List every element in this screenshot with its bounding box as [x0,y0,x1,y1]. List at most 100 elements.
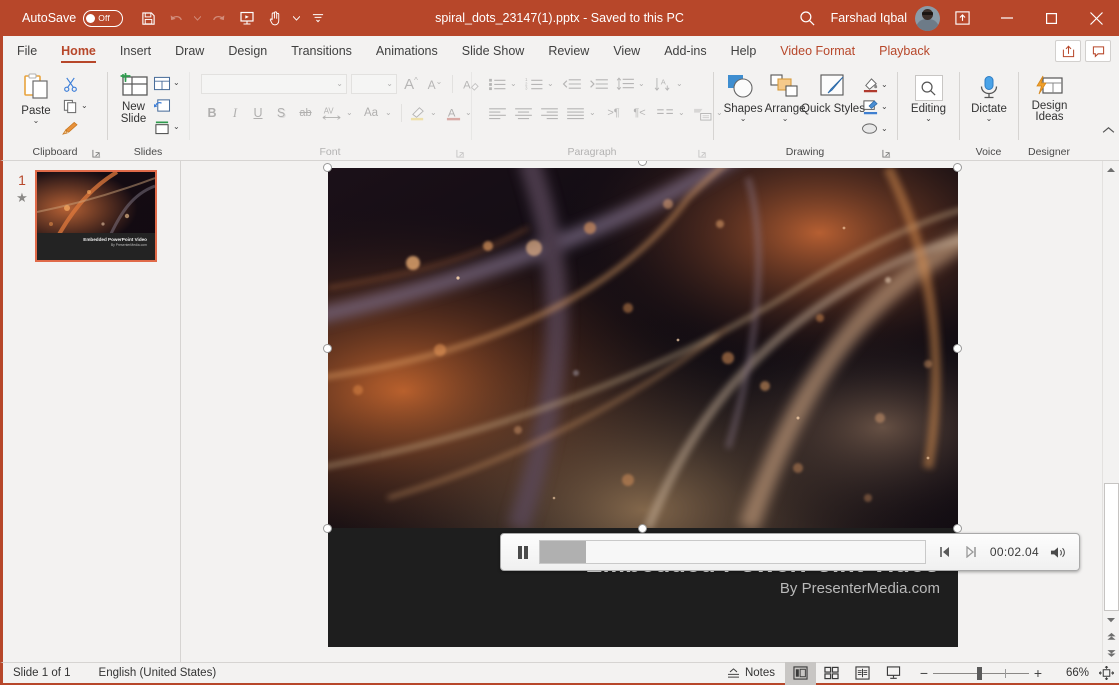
font-size-dropdown-icon[interactable]: ⌄ [386,80,393,88]
zoom-knob[interactable] [977,666,982,680]
notes-button[interactable]: Notes [717,662,785,685]
cut-button[interactable] [59,73,81,95]
clipboard-dialog-launcher[interactable] [90,147,102,159]
tab-add-ins[interactable]: Add-ins [652,36,718,66]
quick-styles-button[interactable]: Quick Styles [801,71,865,115]
tab-insert[interactable]: Insert [108,36,163,66]
text-shadow-button[interactable]: S [270,102,292,124]
ltr-text-direction-button[interactable]: >¶ [601,102,626,124]
increase-font-size-button[interactable]: A^ [401,73,421,95]
layout-button[interactable] [151,72,173,94]
line-spacing-dropdown-icon[interactable]: ⌄ [638,80,649,88]
increase-indent-button[interactable] [586,73,612,95]
align-center-button[interactable] [511,102,536,124]
change-case-button[interactable]: Aa [358,102,384,124]
scrollbar-thumb[interactable] [1103,483,1119,611]
editing-dropdown-icon[interactable]: ⌄ [925,115,932,123]
layout-dropdown-icon[interactable]: ⌄ [173,79,184,87]
bold-button[interactable]: B [201,102,223,124]
line-spacing-button[interactable] [613,73,637,95]
convert-to-smartart-button[interactable] [691,102,715,124]
user-name[interactable]: Farshad Iqbal [831,11,907,25]
share-icon[interactable] [1055,40,1081,62]
minimize-button[interactable] [984,0,1029,36]
volume-button[interactable] [1045,537,1071,567]
previous-frame-button[interactable] [932,537,958,567]
start-from-beginning-button[interactable] [234,5,260,31]
zoom-in-button[interactable]: + [1029,665,1047,681]
autosave-switch[interactable]: Off [83,9,124,27]
character-spacing-button[interactable]: AV [319,102,345,124]
align-right-button[interactable] [537,102,562,124]
shape-outline-dropdown-icon[interactable]: ⌄ [881,103,892,111]
shape-outline-button[interactable] [859,96,881,118]
change-case-dropdown-icon[interactable]: ⌄ [385,109,396,117]
columns-button[interactable] [653,102,677,124]
editing-button[interactable]: Editing ⌄ [904,73,954,123]
reading-view-button[interactable] [847,662,878,685]
rtl-text-direction-button[interactable]: ¶< [627,102,652,124]
arrange-dropdown-icon[interactable]: ⌄ [782,115,789,123]
embedded-video[interactable] [328,168,958,528]
bullets-dropdown-icon[interactable]: ⌄ [510,80,521,88]
slide-thumbnail-1[interactable]: Embedded PowerPoint Video By PresenterMe… [35,170,157,262]
search-icon[interactable] [789,0,827,36]
decrease-font-size-button[interactable]: A⌄ [425,73,445,95]
underline-button[interactable]: U [247,102,269,124]
scroll-down-button[interactable] [1102,611,1119,628]
tab-home[interactable]: Home [49,36,108,66]
section-button[interactable] [151,116,173,138]
copy-button[interactable] [59,95,81,117]
tab-file[interactable]: File [3,36,49,66]
columns-list-dropdown-icon[interactable]: ⌄ [678,109,689,117]
handle-top-left[interactable] [323,163,332,172]
bullets-button[interactable] [485,73,509,95]
touch-mode-dropdown-icon[interactable] [290,5,303,31]
font-name-dropdown-icon[interactable]: ⌄ [336,80,343,88]
next-frame-button[interactable] [958,537,984,567]
tab-slide-show[interactable]: Slide Show [450,36,537,66]
strikethrough-button[interactable]: ab [293,102,318,124]
arrange-button[interactable]: Arrange ⌄ [763,71,807,123]
shapes-button[interactable]: Shapes ⌄ [723,71,763,123]
zoom-slider[interactable]: − + [909,665,1053,681]
shape-effects-dropdown-icon[interactable]: ⌄ [881,125,892,133]
shapes-dropdown-icon[interactable]: ⌄ [740,115,747,123]
decrease-indent-button[interactable] [559,73,585,95]
scroll-up-button[interactable] [1102,161,1119,178]
slide-surface[interactable]: Embedded PowerPoint Video By PresenterMe… [323,161,1080,647]
avatar[interactable] [915,5,940,31]
section-dropdown-icon[interactable]: ⌄ [173,123,184,131]
tab-draw[interactable]: Draw [163,36,216,66]
handle-top-right[interactable] [953,163,962,172]
video-player-controls[interactable]: 00:02.04 [500,533,1080,571]
design-ideas-button[interactable]: Design Ideas [1024,73,1075,123]
numbering-button[interactable]: 123 [522,73,546,95]
handle-middle-right[interactable] [953,344,962,353]
paragraph-dialog-launcher[interactable] [696,147,708,159]
tab-video-format[interactable]: Video Format [768,36,867,66]
slide-canvas[interactable]: Embedded PowerPoint Video By PresenterMe… [181,161,1119,662]
ribbon-display-options-icon[interactable] [940,0,984,36]
slide-count[interactable]: Slide 1 of 1 [3,662,81,685]
customize-qat-button[interactable] [305,5,331,31]
language-indicator[interactable]: English (United States) [81,662,227,685]
fit-slide-to-window-icon[interactable] [1093,666,1119,680]
handle-top-center[interactable] [638,161,647,166]
close-button[interactable] [1074,0,1119,36]
collapse-ribbon-button[interactable] [1102,122,1115,140]
comments-icon[interactable] [1085,40,1111,62]
reset-button[interactable] [151,94,173,116]
text-direction-dropdown-icon[interactable]: ⌄ [676,80,687,88]
video-progress-bar[interactable] [539,540,926,564]
undo-button[interactable] [163,5,189,31]
dictate-button[interactable]: Dictate ⌄ [965,73,1013,123]
text-direction-button[interactable]: A [651,73,675,95]
font-size-input[interactable]: ⌄ [351,74,397,94]
columns-dropdown-icon[interactable]: ⌄ [589,109,600,117]
handle-bottom-right[interactable] [953,524,962,533]
italic-button[interactable]: I [224,102,246,124]
justify-button[interactable] [563,102,588,124]
handle-middle-left[interactable] [323,344,332,353]
drawing-dialog-launcher[interactable] [880,147,892,159]
